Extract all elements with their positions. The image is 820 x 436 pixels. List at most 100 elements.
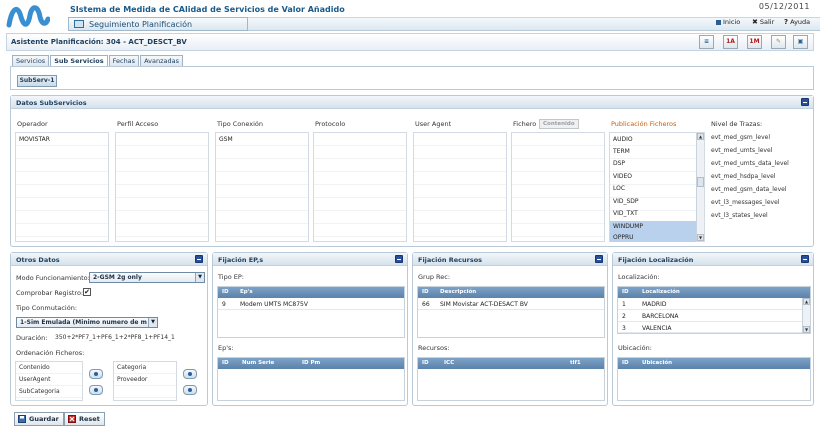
table-row[interactable]: 9 Modem UMTS MC875V [218, 299, 404, 310]
column-header[interactable]: ICC [444, 360, 454, 366]
localizacion-label: Localización: [618, 273, 660, 281]
list-item-selected[interactable]: WINDUMP [610, 221, 696, 233]
inicio-link[interactable]: Inicio [716, 18, 740, 26]
table-row[interactable]: 3 VALENCIA [618, 323, 810, 333]
publicacion-ficheros-label: Publicación Ficheros [611, 120, 677, 128]
list-item[interactable]: LOC [613, 185, 625, 192]
table-row[interactable]: 66 SIM Movistar ACT-DESACT BV [418, 299, 604, 310]
collapse-icon[interactable] [801, 255, 809, 263]
salir-link[interactable]: ✖ Salir [752, 18, 774, 26]
operador-list[interactable]: MOVISTAR [15, 132, 109, 242]
list-item[interactable]: UserAgent [19, 376, 50, 383]
nivel-traza-item[interactable]: evt_med_umts_data_level [711, 160, 789, 167]
column-header[interactable]: ID [422, 289, 429, 295]
calendar-1a-icon[interactable]: 1A [723, 35, 738, 49]
tipo-ep-label: Tipo EP: [218, 273, 244, 281]
list-item[interactable]: AUDIO [613, 136, 633, 143]
column-header[interactable]: Descripción [440, 289, 476, 295]
guardar-button[interactable]: Guardar [14, 412, 64, 426]
guardar-label: Guardar [29, 415, 59, 423]
scroll-thumb[interactable] [697, 177, 704, 187]
move-up-button[interactable] [183, 369, 197, 379]
scroll-up-icon[interactable]: ▲ [803, 298, 810, 305]
ayuda-link[interactable]: ? Ayuda [784, 18, 810, 26]
tools-icon[interactable]: ✎ [771, 35, 786, 49]
column-header[interactable]: Num Serie [242, 360, 274, 366]
list-item[interactable]: Categoria [117, 364, 146, 371]
home-icon [716, 19, 721, 25]
fijacion-eps-panel: Fijación EP,s Tipo EP: ID Ep's 9 Modem U… [212, 252, 408, 406]
comprobar-registro-checkbox[interactable]: ✔ [83, 288, 91, 296]
salir-label: Salir [759, 18, 775, 26]
panel-header: Fijación Recursos [413, 253, 607, 266]
collapse-icon[interactable] [801, 98, 809, 106]
user-agent-label: User Agent [415, 120, 452, 128]
nivel-traza-item[interactable]: evt_med_gsm_level [711, 134, 770, 141]
reset-button[interactable]: Reset [64, 412, 105, 426]
scrollbar[interactable]: ▲ ▼ [802, 298, 810, 333]
list-item[interactable]: SubCategoria [19, 388, 60, 395]
list-item[interactable]: Proveedor [117, 376, 147, 383]
list-item[interactable]: VID_TXT [613, 210, 638, 217]
collapse-icon[interactable] [595, 255, 603, 263]
user-agent-list[interactable] [413, 132, 507, 242]
perfil-acceso-list[interactable] [115, 132, 209, 242]
list-item[interactable]: VIDEO [613, 173, 632, 180]
list-item[interactable]: TERM [613, 148, 630, 155]
grid-header: ID Ep's [218, 287, 404, 298]
tipo-conexion-list[interactable]: GSM [215, 132, 309, 242]
contenido-button[interactable]: Contenido [539, 119, 579, 129]
assistant-bar: Asistente Planificación: 304 - ACT_DESCT… [6, 33, 814, 51]
tipo-conmutacion-select[interactable]: 1-Sim Emulada (Minimo numero de m ▼ [16, 317, 158, 328]
panel-title: Otros Datos [16, 256, 60, 264]
column-header[interactable]: ID [222, 289, 229, 295]
scroll-up-icon[interactable]: ▲ [697, 133, 704, 140]
nivel-traza-item[interactable]: evt_med_gsm_data_level [711, 186, 787, 193]
column-header[interactable]: ID [422, 360, 429, 366]
column-header[interactable]: Ubicación [642, 360, 672, 366]
protocolo-list[interactable] [313, 132, 407, 242]
column-header[interactable]: tlf1 [570, 360, 581, 366]
close-icon: ✖ [752, 18, 758, 26]
list-item[interactable]: MOVISTAR [19, 136, 50, 143]
nivel-traza-item[interactable]: evt_l3_states_level [711, 212, 768, 219]
move-right-button[interactable] [89, 369, 103, 379]
modo-funcionamiento-select[interactable]: 2-GSM 2g only ▼ [89, 272, 205, 283]
ordenacion-right-list[interactable]: Categoria Proveedor [113, 361, 177, 401]
column-header[interactable]: ID [622, 360, 629, 366]
scrollbar[interactable]: ▲ ▼ [696, 133, 704, 241]
move-left-button[interactable] [89, 385, 103, 395]
publicacion-ficheros-list[interactable]: AUDIO TERM DSP VIDEO LOC VID_SDP VID_TXT… [609, 132, 705, 242]
list-item[interactable]: GSM [219, 136, 233, 143]
ordenacion-left-list[interactable]: Contenido UserAgent SubCategoria [15, 361, 83, 401]
list-item[interactable]: DSP [613, 160, 625, 167]
table-row[interactable]: 1 MADRID [618, 299, 810, 310]
fichero-list[interactable] [511, 132, 605, 242]
table-row[interactable]: 2 BARCELONA [618, 311, 810, 322]
window-icon[interactable]: ▣ [793, 35, 808, 49]
panel-header: Fijación Localización [613, 253, 813, 266]
collapse-icon[interactable] [395, 255, 403, 263]
move-down-button[interactable] [183, 385, 197, 395]
nivel-traza-item[interactable]: evt_l3_messages_level [711, 199, 779, 206]
list-item-selected[interactable]: OPPRU [610, 233, 696, 242]
fijacion-localizacion-panel: Fijación Localización Localización: ID L… [612, 252, 814, 406]
scroll-down-icon[interactable]: ▼ [697, 234, 704, 241]
collapse-icon[interactable] [195, 255, 203, 263]
list-icon[interactable]: ≡ [699, 35, 714, 49]
list-item[interactable]: VID_SDP [613, 198, 639, 205]
column-header[interactable]: ID [222, 360, 229, 366]
nivel-traza-item[interactable]: evt_med_hsdpa_level [711, 173, 775, 180]
column-header[interactable]: Localización [642, 289, 680, 295]
otros-datos-panel: Otros Datos Modo Funcionamiento: 2-GSM 2… [10, 252, 208, 406]
chevron-down-icon: ▼ [195, 273, 204, 282]
column-header[interactable]: ID [622, 289, 629, 295]
subserv-button[interactable]: SubServ-1 [17, 75, 57, 87]
column-header[interactable]: Ep's [240, 289, 253, 295]
localizacion-grid: ID Localización 1 MADRID 2 BARCELONA 3 V… [617, 286, 811, 334]
list-item[interactable]: Contenido [19, 364, 50, 371]
scroll-down-icon[interactable]: ▼ [803, 326, 810, 333]
calendar-1m-icon[interactable]: 1M [747, 35, 762, 49]
nivel-traza-item[interactable]: evt_med_umts_level [711, 147, 772, 154]
column-header[interactable]: ID Pm [302, 360, 320, 366]
